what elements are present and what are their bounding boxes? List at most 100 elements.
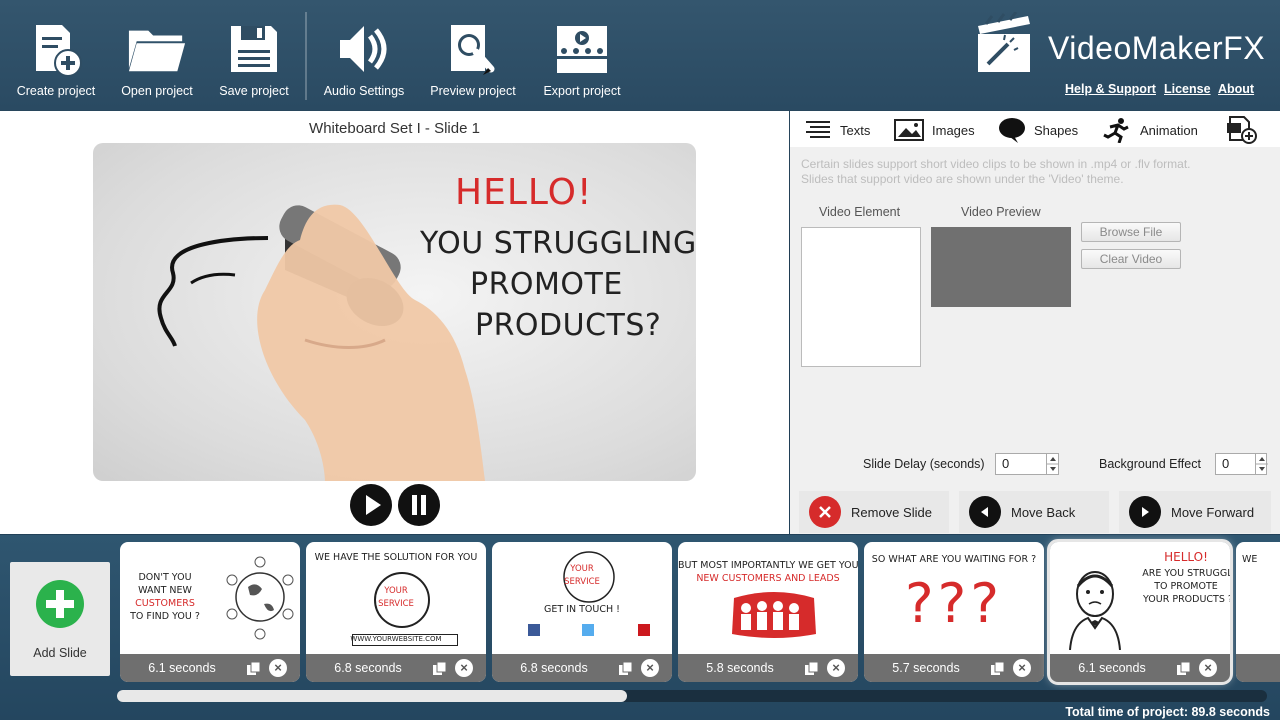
globe-people-icon bbox=[226, 556, 294, 640]
help-support-link[interactable]: Help & Support bbox=[1065, 82, 1156, 96]
license-link[interactable]: License bbox=[1164, 82, 1211, 96]
video-hint-line-2: Slides that support video are shown unde… bbox=[801, 172, 1124, 186]
tab-animation[interactable]: Animation bbox=[1102, 116, 1198, 144]
tab-texts-label: Texts bbox=[840, 122, 871, 138]
video-hint-line-1: Certain slides support short video clips… bbox=[801, 157, 1191, 171]
add-slide-button[interactable]: Add Slide bbox=[10, 562, 110, 676]
slide-duration: 6.1 seconds bbox=[148, 661, 216, 675]
thumb-text: GET IN TOUCH ! bbox=[544, 604, 620, 615]
audio-settings-button[interactable]: Audio Settings bbox=[320, 18, 408, 104]
thumb-text: SERVICE bbox=[378, 599, 414, 609]
play-button[interactable] bbox=[350, 484, 392, 526]
duplicate-icon[interactable] bbox=[246, 661, 261, 676]
toolbar-divider bbox=[305, 12, 307, 100]
tab-shapes[interactable]: Shapes bbox=[998, 116, 1078, 144]
open-project-button[interactable]: Open project bbox=[116, 18, 198, 104]
audio-settings-label: Audio Settings bbox=[323, 84, 405, 98]
export-video-icon bbox=[552, 18, 612, 80]
browse-file-button[interactable]: Browse File bbox=[1081, 222, 1181, 242]
duplicate-icon[interactable] bbox=[990, 661, 1005, 676]
tab-animation-label: Animation bbox=[1140, 122, 1198, 138]
thumb-text: WWW.YOURWEBSITE.COM bbox=[350, 635, 442, 643]
delete-slide-icon[interactable]: × bbox=[641, 659, 659, 677]
thumb-text: WE HAVE THE SOLUTION FOR YOU bbox=[314, 552, 478, 563]
slide-duration: 5.7 seconds bbox=[892, 661, 960, 675]
delete-slide-icon[interactable]: × bbox=[1013, 659, 1031, 677]
thumb-question-marks: ??? bbox=[905, 572, 1003, 635]
tab-images[interactable]: Images bbox=[894, 116, 975, 144]
delete-slide-icon[interactable]: × bbox=[827, 659, 845, 677]
delete-slide-icon[interactable]: × bbox=[455, 659, 473, 677]
video-preview-box bbox=[931, 227, 1071, 307]
slide-thumbnail-selected[interactable]: HELLO! ARE YOU STRUGGLING TO PROMOTE YOU… bbox=[1047, 539, 1233, 685]
remove-slide-button[interactable]: Remove Slide bbox=[799, 491, 949, 533]
running-figure-icon bbox=[1103, 118, 1129, 143]
add-slide-label: Add Slide bbox=[33, 646, 87, 660]
pause-button[interactable] bbox=[398, 484, 440, 526]
slide-delay-stepper[interactable] bbox=[1046, 453, 1059, 475]
move-forward-button[interactable]: Move Forward bbox=[1119, 491, 1271, 533]
text-lines-icon bbox=[806, 121, 830, 138]
slide-duration: 6.1 seconds bbox=[1078, 661, 1146, 675]
facebook-icon bbox=[528, 624, 540, 636]
clapperboard-logo-icon bbox=[974, 11, 1034, 74]
move-forward-label: Move Forward bbox=[1171, 504, 1255, 520]
brand-name: VideoMakerFX bbox=[1048, 30, 1266, 66]
video-preview-label: Video Preview bbox=[961, 205, 1041, 219]
slide-delay-label: Slide Delay (seconds) bbox=[863, 457, 985, 471]
thumb-footer bbox=[1236, 654, 1280, 682]
create-project-label: Create project bbox=[16, 84, 96, 98]
remove-slide-label: Remove Slide bbox=[851, 504, 932, 520]
slide-thumbnail[interactable]: SO WHAT ARE YOU WAITING FOR ? ??? 5.7 se… bbox=[864, 542, 1044, 682]
slide-thumbnail[interactable]: DON'T YOU WANT NEW CUSTOMERS TO FIND YOU… bbox=[120, 542, 300, 682]
tab-add-video[interactable] bbox=[1226, 115, 1258, 145]
add-plus-icon bbox=[36, 580, 84, 628]
businessman-icon bbox=[1069, 571, 1121, 650]
video-element-box[interactable] bbox=[801, 227, 921, 367]
background-effect-label: Background Effect bbox=[1099, 457, 1201, 471]
thumb-text: NEW CUSTOMERS AND LEADS bbox=[696, 573, 840, 584]
slide-thumbnail[interactable]: BUT MOST IMPORTANTLY WE GET YOU NEW CUST… bbox=[678, 542, 858, 682]
slide-title: Whiteboard Set I - Slide 1 bbox=[309, 120, 480, 137]
delete-slide-icon[interactable]: × bbox=[1199, 659, 1217, 677]
slide-duration: 5.8 seconds bbox=[706, 661, 774, 675]
timeline-scrollbar-thumb[interactable] bbox=[117, 690, 627, 702]
thumb-text: SO WHAT ARE YOU WAITING FOR ? bbox=[871, 554, 1037, 565]
duplicate-icon[interactable] bbox=[618, 661, 633, 676]
youtube-icon bbox=[638, 624, 650, 636]
floppy-disk-icon bbox=[224, 18, 284, 80]
tab-shapes-label: Shapes bbox=[1034, 122, 1079, 138]
tab-texts[interactable]: Texts bbox=[804, 116, 870, 144]
tab-images-label: Images bbox=[932, 122, 975, 138]
about-link[interactable]: About bbox=[1218, 82, 1254, 96]
background-effect-stepper[interactable] bbox=[1255, 453, 1268, 475]
total-project-time: Total time of project: 89.8 seconds bbox=[1065, 705, 1270, 719]
save-project-label: Save project bbox=[219, 84, 289, 98]
video-hint: Certain slides support short video clips… bbox=[801, 157, 1261, 187]
duplicate-icon[interactable] bbox=[804, 661, 819, 676]
export-project-label: Export project bbox=[543, 84, 621, 98]
delete-slide-icon[interactable]: × bbox=[269, 659, 287, 677]
open-project-label: Open project bbox=[121, 84, 193, 98]
thumb-footer: 5.7 seconds × bbox=[864, 654, 1044, 682]
duplicate-icon[interactable] bbox=[432, 661, 447, 676]
arrow-right-icon bbox=[1129, 496, 1161, 528]
duplicate-icon[interactable] bbox=[1176, 661, 1191, 676]
folder-icon bbox=[127, 18, 187, 80]
preview-project-label: Preview project bbox=[430, 84, 516, 98]
thumb-text: YOUR bbox=[384, 586, 408, 596]
thumb-footer: 6.8 seconds × bbox=[492, 654, 672, 682]
clear-video-button[interactable]: Clear Video bbox=[1081, 249, 1181, 269]
remove-x-icon bbox=[809, 496, 841, 528]
slide-duration: 6.8 seconds bbox=[334, 661, 402, 675]
export-project-button[interactable]: Export project bbox=[538, 18, 626, 104]
slide-thumbnail[interactable]: YOUR SERVICE GET IN TOUCH ! 6.8 seconds … bbox=[492, 542, 672, 682]
move-back-button[interactable]: Move Back bbox=[959, 491, 1109, 533]
thumb-text: HELLO! bbox=[1164, 550, 1208, 564]
create-project-button[interactable]: Create project bbox=[14, 18, 98, 104]
save-project-button[interactable]: Save project bbox=[214, 18, 294, 104]
slide-thumbnail[interactable]: WE HAVE THE SOLUTION FOR YOU YOUR SERVIC… bbox=[306, 542, 486, 682]
preview-project-button[interactable]: Preview project bbox=[428, 18, 518, 104]
slide-thumbnail-partial[interactable]: WE bbox=[1236, 542, 1280, 682]
thumb-footer: 6.8 seconds × bbox=[306, 654, 486, 682]
